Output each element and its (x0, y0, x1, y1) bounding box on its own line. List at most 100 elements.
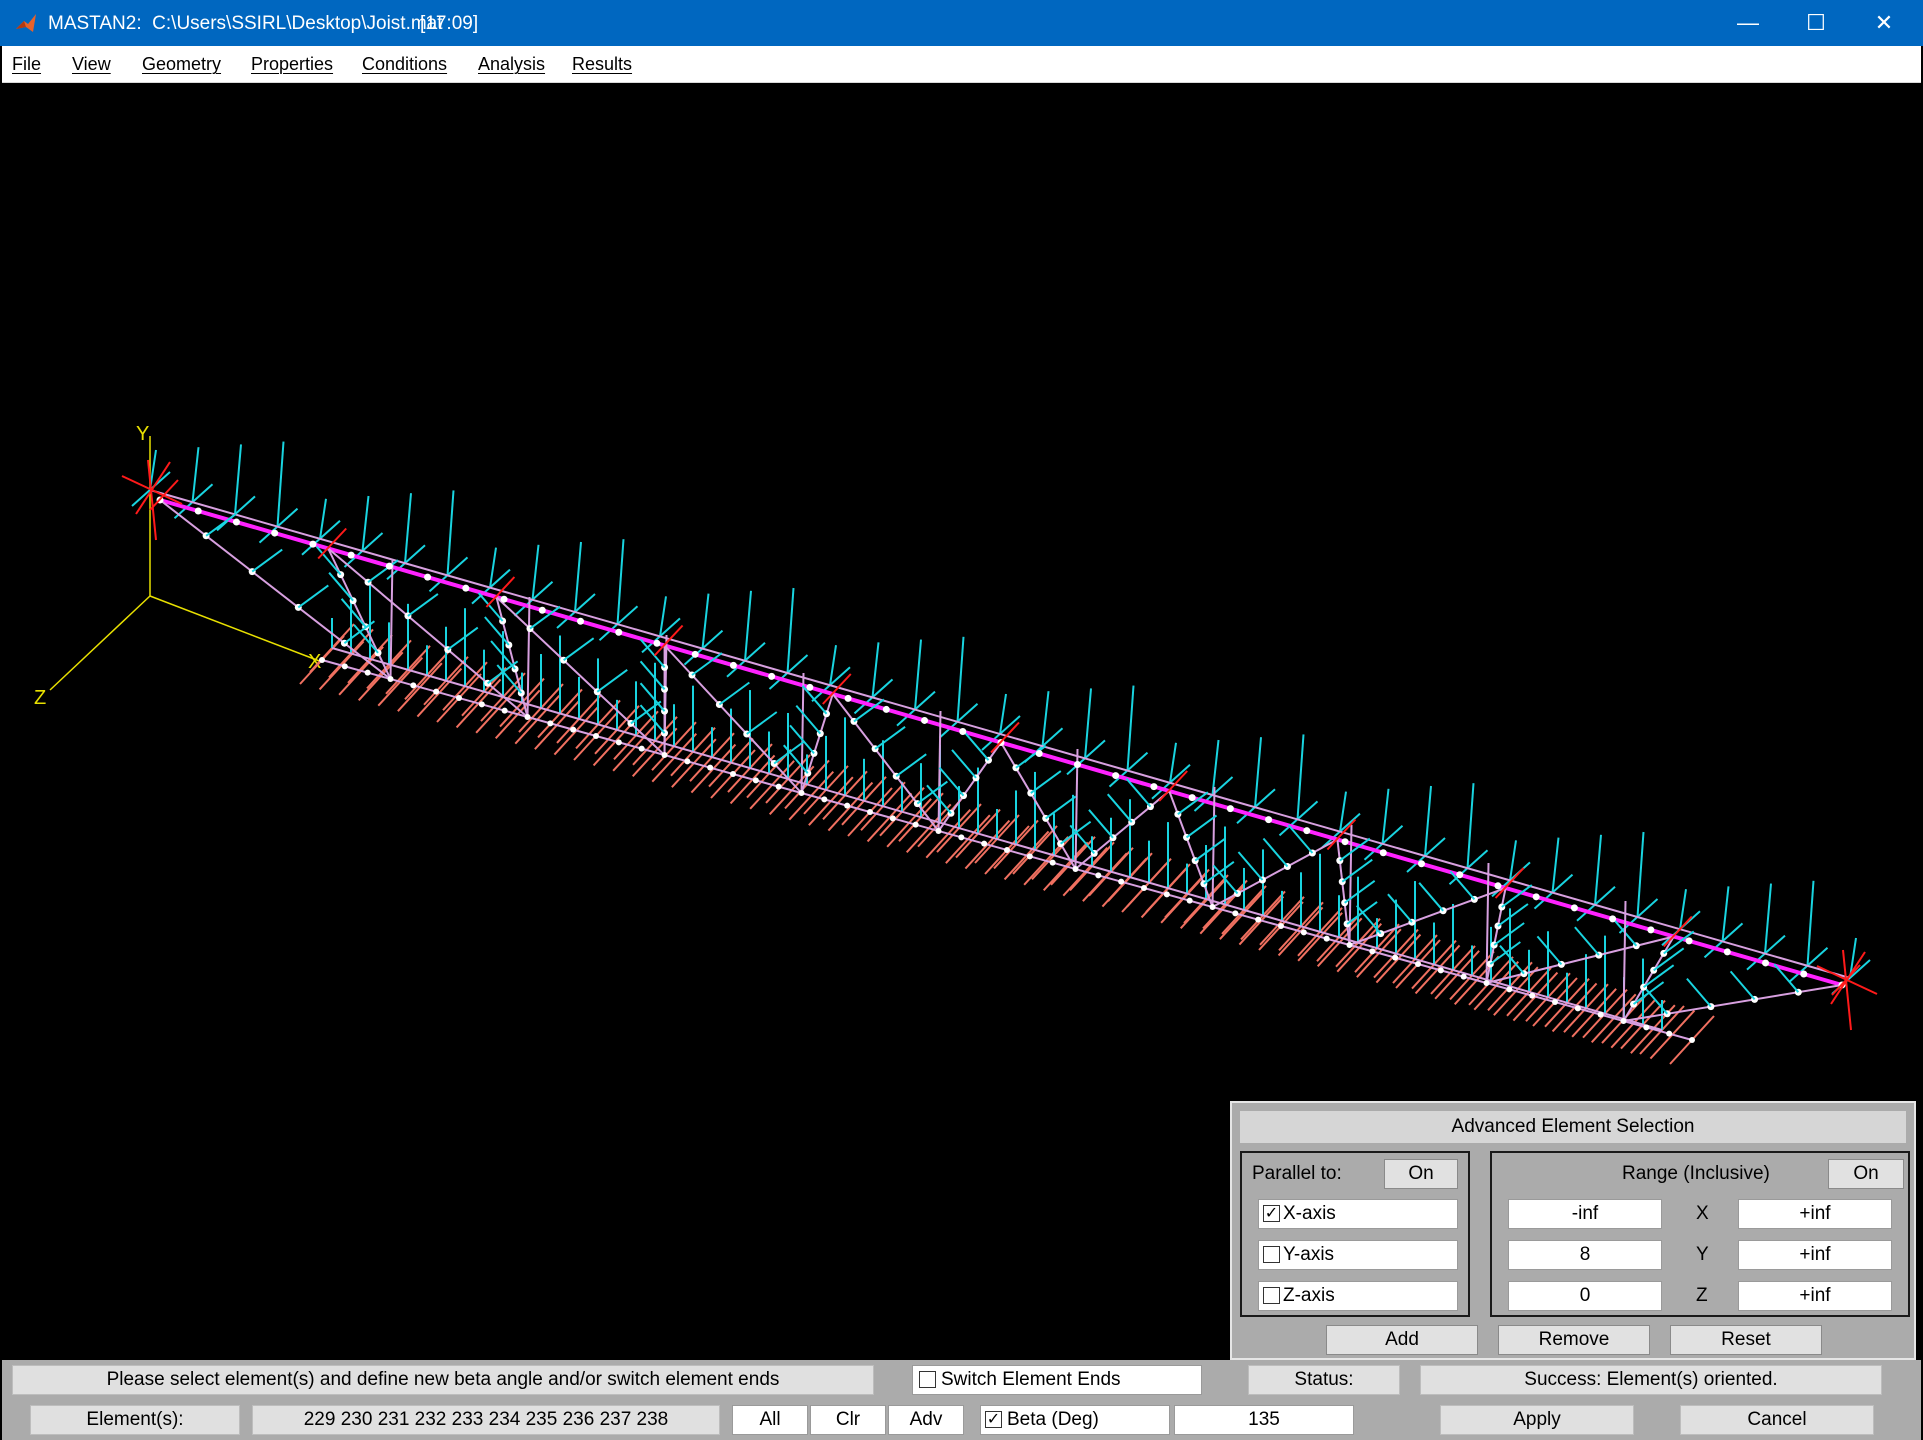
node (821, 796, 828, 803)
menu-results[interactable]: Results (572, 54, 632, 75)
title-bar: MASTAN2: C:\Users\SSIRL\Desktop\Joist.ma… (0, 0, 1923, 46)
adv-button[interactable]: Adv (888, 1405, 964, 1435)
x-range-max[interactable]: +inf (1738, 1199, 1892, 1229)
local-y-axis-tick (786, 587, 795, 674)
z-axis-label: Z-axis (1283, 1285, 1335, 1306)
web-diagonal (1623, 984, 1843, 1022)
node (806, 683, 814, 691)
node (570, 726, 577, 733)
switch-ends-option[interactable]: Switch Element Ends (912, 1365, 1202, 1395)
y-range-max[interactable]: +inf (1738, 1240, 1892, 1270)
beta-checkbox[interactable]: ✓ (985, 1411, 1002, 1428)
local-y-axis-tick (407, 593, 439, 617)
menu-properties[interactable]: Properties (251, 54, 333, 75)
node (1800, 970, 1808, 978)
local-y-axis-tick (191, 447, 200, 503)
z-range-min[interactable]: 0 (1508, 1281, 1662, 1311)
global-z-axis-label: Z (34, 687, 46, 709)
node (1647, 926, 1655, 934)
node (1186, 897, 1193, 904)
node (1597, 1011, 1604, 1018)
node (1685, 937, 1693, 945)
node (232, 518, 240, 526)
matlab-logo-icon (16, 14, 36, 32)
local-y-axis-tick (1574, 926, 1600, 956)
switch-ends-checkbox[interactable] (919, 1371, 936, 1388)
z-axis-option[interactable]: Z-axis (1258, 1281, 1458, 1311)
window-title: MASTAN2: C:\Users\SSIRL\Desktop\Joist.ma… (48, 13, 443, 34)
element-bar: Element(s): 229 230 231 232 233 234 235 … (2, 1400, 1921, 1440)
parallel-on-toggle[interactable]: On (1384, 1159, 1458, 1189)
range-group: Range (Inclusive) On -inf X +inf 8 Y +in… (1490, 1151, 1910, 1317)
node (271, 529, 279, 537)
node (364, 669, 371, 676)
node (1300, 929, 1307, 936)
y-axis-option[interactable]: Y-axis (1258, 1240, 1458, 1270)
global-z-axis (49, 595, 151, 691)
menu-conditions[interactable]: Conditions (362, 54, 447, 75)
node (1609, 915, 1617, 923)
node (319, 657, 325, 663)
x-axis-option[interactable]: ✓ X-axis (1258, 1199, 1458, 1229)
node (478, 701, 485, 708)
menu-geometry[interactable]: Geometry (142, 54, 221, 75)
node (935, 828, 942, 834)
node (501, 707, 508, 714)
node (309, 540, 317, 548)
minimize-button[interactable]: — (1714, 0, 1782, 46)
local-y-axis-tick (1194, 837, 1226, 862)
local-y-axis-tick (1262, 837, 1289, 868)
node (615, 739, 622, 746)
x-axis-checkbox[interactable]: ✓ (1263, 1205, 1280, 1222)
z-range-max[interactable]: +inf (1738, 1281, 1892, 1311)
instruction-bar: Please select element(s) and define new … (2, 1360, 1921, 1400)
local-y-axis-tick (701, 593, 710, 649)
elements-value[interactable]: 229 230 231 232 233 234 235 236 237 238 (252, 1405, 720, 1435)
local-y-axis-tick (404, 493, 412, 564)
local-y-axis-tick (1551, 837, 1560, 893)
node (1188, 794, 1196, 802)
x-range-min[interactable]: -inf (1508, 1199, 1662, 1229)
local-y-axis-tick (1211, 739, 1220, 796)
node (577, 617, 584, 625)
y-range-min[interactable]: 8 (1508, 1240, 1662, 1270)
add-button[interactable]: Add (1326, 1325, 1478, 1355)
menu-view[interactable]: View (72, 54, 111, 75)
node (341, 663, 348, 670)
clr-button[interactable]: Clr (810, 1405, 886, 1435)
parallel-group: Parallel to: On ✓ X-axis Y-axis Z-axis (1240, 1151, 1470, 1317)
local-y-axis-tick (1653, 947, 1685, 972)
node (1418, 860, 1425, 868)
node (1232, 910, 1239, 917)
menu-bar: File View Geometry Properties Conditions… (2, 46, 1921, 83)
node (1494, 882, 1502, 890)
beta-value-field[interactable]: 135 (1174, 1405, 1354, 1435)
node (684, 758, 691, 765)
range-on-toggle[interactable]: On (1828, 1159, 1904, 1189)
local-y-axis-tick (1084, 688, 1092, 759)
cancel-button[interactable]: Cancel (1680, 1405, 1874, 1435)
node (867, 809, 873, 815)
web-diagonal (1349, 887, 1506, 946)
local-y-axis-tick (447, 626, 479, 651)
all-button[interactable]: All (732, 1405, 808, 1435)
menu-file[interactable]: File (12, 54, 41, 75)
local-y-axis-tick (596, 668, 628, 693)
local-y-axis-tick (744, 590, 752, 661)
node (691, 650, 699, 658)
remove-button[interactable]: Remove (1498, 1325, 1650, 1355)
apply-button[interactable]: Apply (1440, 1405, 1634, 1435)
beta-option[interactable]: ✓ Beta (Deg) (980, 1405, 1170, 1435)
local-y-axis-tick (1254, 737, 1262, 808)
node (638, 745, 645, 752)
y-axis-checkbox[interactable] (1263, 1246, 1280, 1263)
node (958, 834, 965, 841)
reset-button[interactable]: Reset (1670, 1325, 1822, 1355)
close-button[interactable]: ✕ (1850, 0, 1918, 46)
node (1723, 948, 1731, 956)
status-label: Status: (1248, 1365, 1400, 1395)
z-axis-checkbox[interactable] (1263, 1287, 1280, 1304)
node (959, 727, 967, 735)
maximize-button[interactable]: ☐ (1782, 0, 1850, 46)
menu-analysis[interactable]: Analysis (478, 54, 545, 75)
